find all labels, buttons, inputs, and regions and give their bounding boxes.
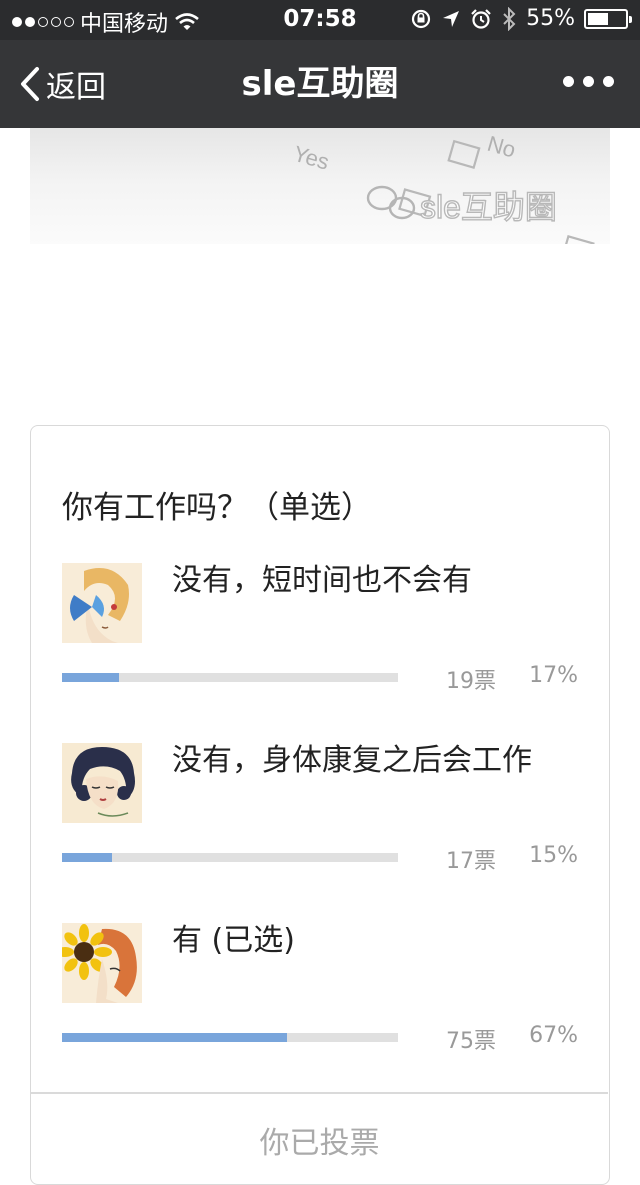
vote-percent: 67% [529,1023,578,1048]
option-label: 没有，短时间也不会有 [172,563,472,598]
status-right: 55% [410,6,632,31]
location-arrow-icon [443,10,460,27]
page-title: sle互助圈 [241,64,399,104]
voted-status-text: 你已投票 [259,1126,380,1161]
battery-level [588,12,608,25]
banner-watermark: sle互助圈 [420,189,557,225]
more-dot [603,76,614,87]
dark-hair-girl-icon [62,743,142,823]
battery-percent: 55% [526,6,575,31]
poll-option[interactable]: 没有，短时间也不会有 19票 17% [62,563,582,703]
more-options-button[interactable] [563,76,614,87]
vote-bar [62,1033,398,1042]
banner-yes-text: Yes [291,141,332,175]
status-bar: 中国移动 07:58 55% [0,0,640,40]
poll-question: 你有工作吗？（单选） [62,490,372,526]
vote-bar [62,853,398,862]
banner-graphic: Yes No sle互助圈 [291,131,595,244]
poll-option[interactable]: 有 (已选) 75票 67% [62,923,582,1063]
vote-bar-fill [62,853,113,862]
vote-percent: 17% [529,663,578,688]
vote-count: 17票 [446,849,496,874]
vote-bar-fill [62,673,120,682]
battery-icon [584,8,632,29]
poll-option[interactable]: 没有，身体康复之后会工作 17票 15% [62,743,582,883]
vote-percent: 15% [529,843,578,868]
vote-count: 19票 [446,669,496,694]
more-dot [583,76,594,87]
more-dot [563,76,574,87]
poll-card: 你有工作吗？（单选） 没有，短时间也不会有 19票 17% 没有，身体康复之后会… [30,425,610,1185]
banner-image: Yes No sle互助圈 [30,128,610,244]
butterfly-girl-icon [62,563,142,643]
rotation-lock-icon [411,9,431,28]
vote-count: 75票 [446,1029,496,1054]
wechat-logo-icon [366,185,416,220]
banner-no-text: No [485,131,519,163]
divider [31,1092,608,1094]
nav-bar: 返回 sle互助圈 [0,40,640,128]
vote-bar [62,673,398,682]
vote-bar-fill [62,1033,288,1042]
option-label: 没有，身体康复之后会工作 [172,743,532,778]
option-label: 有 (已选) [172,923,295,958]
bluetooth-icon [503,6,516,31]
sunflower-girl-icon [62,923,142,1003]
alarm-clock-icon [471,8,491,29]
